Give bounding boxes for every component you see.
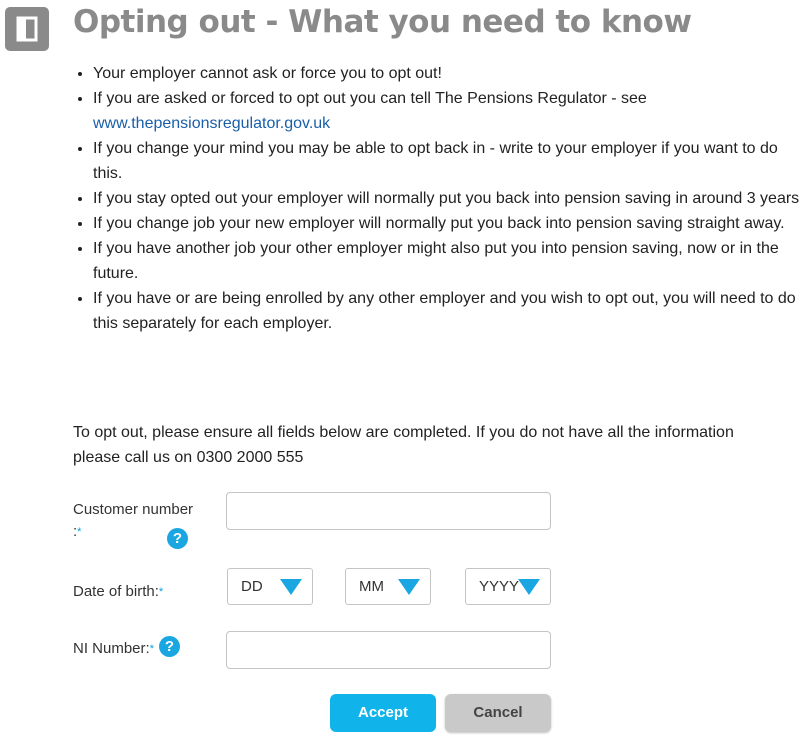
dob-year-select[interactable]: YYYY — [465, 568, 551, 605]
accept-button[interactable]: Accept — [330, 694, 436, 732]
required-marker: * — [158, 586, 164, 598]
customer-number-input[interactable] — [226, 492, 551, 530]
dropdown-arrow-icon — [518, 579, 540, 595]
help-icon[interactable]: ? — [167, 528, 188, 549]
help-icon[interactable]: ? — [159, 636, 180, 657]
dob-month-select[interactable]: MM — [345, 568, 431, 605]
dob-day-select[interactable]: DD — [227, 568, 313, 605]
pensions-regulator-link[interactable]: www.thepensionsregulator.gov.uk — [93, 115, 330, 132]
list-item: If you have another job your other emplo… — [93, 236, 800, 286]
dropdown-arrow-icon — [398, 579, 420, 595]
required-marker: * — [77, 526, 82, 538]
ni-number-label: NI Number:* — [73, 640, 154, 657]
page-title: Opting out - What you need to know — [73, 4, 692, 40]
list-item: If you stay opted out your employer will… — [93, 186, 800, 211]
opt-out-instructions: To opt out, please ensure all fields bel… — [73, 424, 734, 466]
required-marker: * — [149, 643, 154, 655]
list-item: If you have or are being enrolled by any… — [93, 286, 800, 336]
door-exit-icon — [5, 7, 49, 51]
list-item: If you change job your new employer will… — [93, 211, 800, 236]
list-item: If you are asked or forced to opt out yo… — [93, 86, 800, 136]
dropdown-arrow-icon — [280, 579, 302, 595]
cancel-button[interactable]: Cancel — [445, 694, 551, 732]
date-of-birth-label: Date of birth:* — [73, 583, 164, 600]
ni-number-input[interactable] — [226, 631, 551, 669]
list-item: Your employer cannot ask or force you to… — [93, 61, 800, 86]
opt-out-info-list: Your employer cannot ask or force you to… — [72, 61, 800, 336]
list-item: If you change your mind you may be able … — [93, 136, 800, 186]
